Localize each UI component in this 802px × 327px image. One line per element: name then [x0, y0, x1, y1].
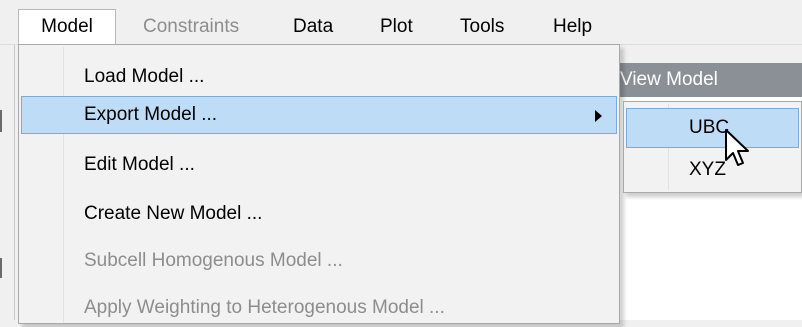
submenu-item-xyz[interactable]: XYZ [626, 150, 799, 190]
menu-item-load-model[interactable]: Load Model ... [21, 58, 617, 96]
menu-model[interactable]: Model [18, 9, 116, 45]
left-panel-edge [0, 45, 15, 320]
view-model-title: View Model [620, 69, 718, 90]
submenu-item-ubc[interactable]: UBC [626, 108, 799, 148]
submenu-arrow-icon [595, 110, 602, 122]
menu-plot[interactable]: Plot [380, 10, 413, 44]
menu-constraints[interactable]: Constraints [143, 10, 239, 44]
menu-bar: Model Constraints Data Plot Tools Help [0, 0, 802, 45]
menu-item-create-new-model[interactable]: Create New Model ... [21, 195, 617, 233]
left-panel-tick [0, 258, 2, 278]
menu-item-subcell-homogenous-model: Subcell Homogenous Model ... [84, 250, 343, 271]
menu-item-edit-model[interactable]: Edit Model ... [21, 146, 617, 184]
menu-item-export-model-label: Export Model ... [84, 104, 218, 125]
menu-help[interactable]: Help [553, 10, 592, 44]
menu-item-apply-weighting: Apply Weighting to Heterogenous Model ..… [84, 297, 445, 318]
menu-data[interactable]: Data [293, 10, 333, 44]
menu-tools[interactable]: Tools [460, 10, 504, 44]
export-submenu: UBC XYZ [623, 101, 802, 193]
menu-item-export-model[interactable]: Export Model ... [21, 96, 617, 134]
model-dropdown-menu: Load Model ... Export Model ... Edit Mod… [18, 44, 620, 324]
view-model-title-bar: View Model [614, 63, 802, 97]
mouse-pointer-icon [725, 129, 749, 166]
left-panel-tick [0, 110, 2, 132]
